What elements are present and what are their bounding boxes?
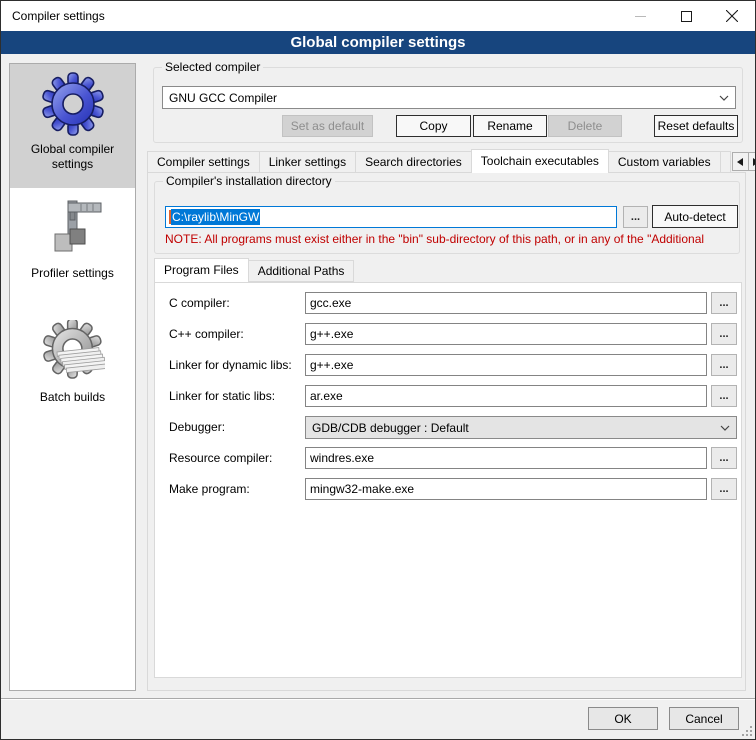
banner-title: Global compiler settings (290, 34, 465, 51)
field-row-dynamic-linker: Linker for dynamic libs: ... (155, 354, 741, 376)
compiler-tabs: Compiler settings Linker settings Search… (147, 151, 747, 173)
minimize-icon (635, 11, 646, 22)
sidebar-item-profiler-settings[interactable]: Profiler settings (10, 188, 135, 312)
sidebar-item-label: Profiler settings (27, 266, 118, 281)
dynamic-linker-browse-button[interactable]: ... (711, 354, 737, 376)
installation-directory-browse-button[interactable]: ... (623, 206, 648, 228)
caption-buttons (617, 1, 755, 31)
field-row-cpp-compiler: C++ compiler: ... (155, 323, 741, 345)
program-files-tabs: Program Files Additional Paths (154, 260, 354, 282)
field-row-resource-compiler: Resource compiler: ... (155, 447, 741, 469)
tab-compiler-settings[interactable]: Compiler settings (147, 151, 260, 173)
make-program-input[interactable] (305, 478, 707, 500)
field-row-debugger: Debugger: GDB/CDB debugger : Default (155, 416, 741, 439)
rename-button[interactable]: Rename (473, 115, 547, 137)
delete-button: Delete (548, 115, 622, 137)
compiler-select-value: GNU GCC Compiler (169, 91, 277, 105)
program-files-panel: C compiler: ... C++ compiler: ... Linker… (154, 282, 742, 678)
static-linker-browse-button[interactable]: ... (711, 385, 737, 407)
window-title: Compiler settings (1, 9, 105, 23)
minimize-button (617, 1, 663, 31)
sidebar-item-label: Global compiler settings (10, 142, 135, 172)
left-arrow-icon (737, 158, 743, 166)
auto-detect-button[interactable]: Auto-detect (652, 205, 738, 228)
tab-scroll-right-button[interactable] (748, 152, 756, 171)
installation-directory-value: C:\raylib\MinGW (171, 209, 260, 225)
dialog-banner: Global compiler settings (1, 31, 755, 54)
sidebar-item-batch-builds[interactable]: Batch builds (10, 312, 135, 436)
subtab-program-files[interactable]: Program Files (154, 258, 249, 282)
caliper-icon (41, 196, 105, 260)
tab-scroll-buttons (733, 152, 756, 171)
copy-button[interactable]: Copy (396, 115, 471, 137)
tab-search-directories[interactable]: Search directories (355, 151, 472, 173)
blue-gear-icon (41, 72, 105, 136)
selected-compiler-group-label: Selected compiler (162, 60, 263, 75)
compiler-select[interactable]: GNU GCC Compiler (162, 86, 736, 109)
sidebar-item-label: Batch builds (36, 390, 109, 405)
subtab-additional-paths[interactable]: Additional Paths (248, 260, 355, 282)
close-icon (726, 10, 738, 22)
field-row-c-compiler: C compiler: ... (155, 292, 741, 314)
settings-category-list: Global compiler settings Profiler settin… (9, 63, 136, 691)
make-program-browse-button[interactable]: ... (711, 478, 737, 500)
cpp-compiler-browse-button[interactable]: ... (711, 323, 737, 345)
debugger-select-value: GDB/CDB debugger : Default (312, 421, 469, 435)
chevron-down-icon (719, 95, 729, 101)
installation-directory-input[interactable]: C:\raylib\MinGW (165, 206, 617, 228)
field-label: C compiler: (169, 292, 230, 314)
field-label: Make program: (169, 478, 250, 500)
field-label: Debugger: (169, 416, 225, 438)
field-label: C++ compiler: (169, 323, 244, 345)
close-button[interactable] (709, 1, 755, 31)
compiler-settings-dialog: Compiler settings Global compiler settin… (0, 0, 756, 740)
tab-scroll-left-button[interactable] (732, 152, 749, 171)
static-linker-input[interactable] (305, 385, 707, 407)
chevron-down-icon (720, 425, 730, 431)
dynamic-linker-input[interactable] (305, 354, 707, 376)
field-label: Linker for static libs: (169, 385, 275, 407)
resource-compiler-input[interactable] (305, 447, 707, 469)
tab-custom-variables[interactable]: Custom variables (608, 151, 721, 173)
resize-grip[interactable] (742, 726, 752, 736)
selected-compiler-group: Selected compiler GNU GCC Compiler Set a… (153, 67, 743, 143)
set-as-default-button: Set as default (282, 115, 373, 137)
maximize-icon (681, 11, 692, 22)
cancel-button[interactable]: Cancel (669, 707, 739, 730)
reset-defaults-button[interactable]: Reset defaults (654, 115, 738, 137)
maximize-button[interactable] (663, 1, 709, 31)
tab-build-options[interactable]: Build options (720, 151, 731, 173)
field-row-static-linker: Linker for static libs: ... (155, 385, 741, 407)
footer-divider (1, 698, 755, 700)
installation-directory-group: Compiler's installation directory C:\ray… (154, 181, 740, 254)
resource-compiler-browse-button[interactable]: ... (711, 447, 737, 469)
installation-directory-group-label: Compiler's installation directory (163, 174, 335, 189)
bin-directory-note: NOTE: All programs must exist either in … (165, 232, 739, 246)
tab-linker-settings[interactable]: Linker settings (259, 151, 356, 173)
debugger-select[interactable]: GDB/CDB debugger : Default (305, 416, 737, 439)
c-compiler-input[interactable] (305, 292, 707, 314)
toolchain-executables-page: Compiler's installation directory C:\ray… (147, 172, 746, 691)
field-label: Linker for dynamic libs: (169, 354, 292, 376)
field-label: Resource compiler: (169, 447, 272, 469)
ok-button[interactable]: OK (588, 707, 658, 730)
c-compiler-browse-button[interactable]: ... (711, 292, 737, 314)
batch-builds-gear-icon (41, 320, 105, 384)
sidebar-item-global-compiler-settings[interactable]: Global compiler settings (10, 64, 135, 188)
title-bar[interactable]: Compiler settings (1, 1, 755, 31)
cpp-compiler-input[interactable] (305, 323, 707, 345)
tab-toolchain-executables[interactable]: Toolchain executables (471, 149, 609, 173)
field-row-make-program: Make program: ... (155, 478, 741, 500)
